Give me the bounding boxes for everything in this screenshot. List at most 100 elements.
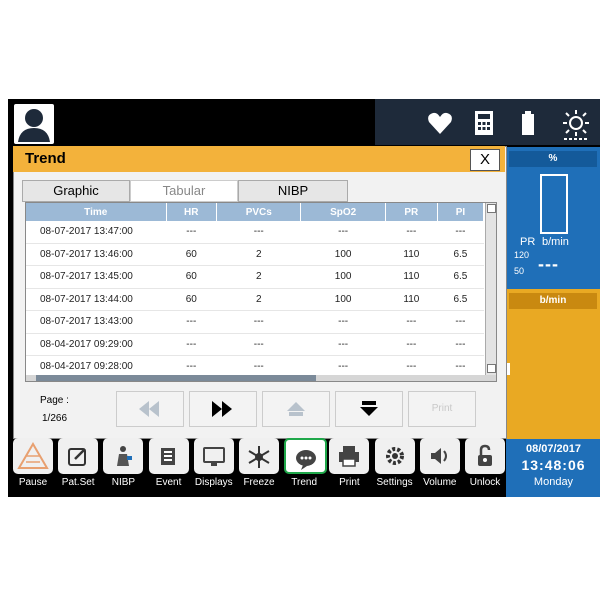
date-display: 08/07/2017 bbox=[525, 443, 582, 455]
button-settings[interactable] bbox=[374, 438, 415, 474]
table-row[interactable]: 08-07-2017 13:43:00 --- --- --- --- --- bbox=[26, 310, 484, 334]
table-cell: --- bbox=[385, 221, 438, 244]
toolbar-label: NIBP bbox=[111, 477, 136, 488]
table-row[interactable]: 08-07-2017 13:44:00 60 2 100 110 6.5 bbox=[26, 288, 484, 311]
pr-label: PR bbox=[520, 236, 536, 248]
button-freeze[interactable] bbox=[239, 438, 279, 474]
table-cell: 08-07-2017 13:44:00 bbox=[26, 288, 166, 311]
table-cell: 6.5 bbox=[437, 243, 484, 266]
table-cell: 2 bbox=[216, 243, 301, 266]
last-page-button[interactable] bbox=[189, 391, 257, 427]
table-cell: 100 bbox=[300, 243, 386, 266]
nibp-icon bbox=[117, 446, 133, 466]
table-cell: --- bbox=[437, 221, 484, 244]
table-cell: --- bbox=[166, 221, 217, 244]
display-icon bbox=[202, 447, 225, 466]
table-row[interactable]: 08-07-2017 13:45:00 60 2 100 110 6.5 bbox=[26, 265, 484, 289]
table-cell: --- bbox=[216, 310, 301, 334]
tab-tabular[interactable]: Tabular bbox=[130, 180, 238, 202]
toolbar-label: Volume bbox=[423, 477, 457, 488]
table-cell: 6.5 bbox=[437, 265, 484, 289]
toolbar-label: Unlock bbox=[469, 477, 501, 488]
toolbar-label: Freeze bbox=[243, 477, 275, 488]
trend-icon bbox=[296, 450, 317, 470]
button-event[interactable] bbox=[148, 438, 189, 474]
spo2-unit: % bbox=[509, 151, 597, 167]
table-cell: --- bbox=[437, 310, 484, 334]
toolbar-label: Settings bbox=[376, 477, 413, 488]
col-pi: PI bbox=[437, 203, 485, 221]
table-cell: 110 bbox=[385, 265, 438, 289]
table-cell: 100 bbox=[300, 265, 386, 289]
time-display: 13:48:06 bbox=[521, 457, 586, 473]
toolbar-label: Pat.Set bbox=[61, 477, 95, 488]
table-cell: --- bbox=[166, 310, 217, 334]
alarm-pause-icon bbox=[17, 442, 49, 469]
button-trend[interactable] bbox=[284, 438, 328, 474]
horizontal-scrollbar[interactable] bbox=[26, 375, 496, 381]
button-volume[interactable] bbox=[419, 438, 460, 474]
event-icon bbox=[160, 448, 175, 465]
patient-avatar-icon[interactable] bbox=[14, 104, 54, 144]
table-cell: --- bbox=[385, 310, 438, 334]
page-value: 1/266 bbox=[42, 413, 68, 424]
toolbar-label: Pause bbox=[18, 477, 48, 488]
table-cell: 60 bbox=[166, 243, 217, 266]
table-row[interactable]: 08-07-2017 13:46:00 60 2 100 110 6.5 bbox=[26, 243, 484, 266]
toolbar-label: Print bbox=[339, 477, 360, 488]
table-row[interactable]: 08-04-2017 09:29:00 --- --- --- --- --- bbox=[26, 333, 484, 356]
heart-icon[interactable] bbox=[426, 109, 454, 137]
table-cell: 2 bbox=[216, 288, 301, 311]
table-cell: --- bbox=[216, 221, 301, 244]
table-cell: 08-07-2017 13:47:00 bbox=[26, 221, 166, 244]
col-hr: HR bbox=[166, 203, 218, 221]
fast-forward-icon bbox=[212, 401, 232, 417]
close-button[interactable]: X bbox=[470, 149, 500, 171]
pr-value: --- bbox=[538, 254, 559, 274]
pr-high-limit: 120 bbox=[514, 250, 530, 260]
vertical-scrollbar[interactable] bbox=[485, 203, 496, 381]
col-pvcs: PVCs bbox=[216, 203, 302, 221]
tab-nibp[interactable]: NIBP bbox=[238, 180, 348, 202]
table-cell: 08-04-2017 09:29:00 bbox=[26, 333, 166, 356]
table-cell: 60 bbox=[166, 288, 217, 311]
table-row[interactable]: 08-07-2017 13:47:00 --- --- --- --- --- bbox=[26, 221, 484, 244]
col-time: Time bbox=[26, 203, 167, 221]
toolbar-label: Event bbox=[155, 477, 182, 488]
battery-icon bbox=[514, 109, 542, 137]
page-up-button[interactable] bbox=[262, 391, 330, 427]
trend-table[interactable]: Time HR PVCs SpO2 PR PI 08-07-2017 13:47… bbox=[25, 202, 497, 382]
table-cell: 110 bbox=[385, 288, 438, 311]
dialog-title-bar: Trend bbox=[13, 146, 505, 172]
toolbar-label: Trend bbox=[291, 477, 318, 488]
hr-panel[interactable] bbox=[506, 289, 600, 439]
button-print[interactable] bbox=[329, 438, 370, 474]
table-header-row: Time HR PVCs SpO2 PR PI bbox=[26, 203, 485, 221]
table-cell: 2 bbox=[216, 265, 301, 289]
toolbar-label: Displays bbox=[194, 477, 233, 488]
button-pause[interactable] bbox=[13, 438, 53, 474]
col-pr: PR bbox=[385, 203, 438, 221]
button-nibp[interactable] bbox=[103, 438, 144, 474]
table-cell: 08-07-2017 13:43:00 bbox=[26, 310, 166, 334]
table-cell: --- bbox=[300, 310, 386, 334]
first-page-button[interactable] bbox=[116, 391, 184, 427]
print-button-disabled[interactable]: Print bbox=[408, 391, 476, 427]
button-displays[interactable] bbox=[193, 438, 234, 474]
monitor-screen: % PR b/min 120 50 --- b/min Trend X Grap… bbox=[8, 99, 600, 497]
brightness-icon[interactable] bbox=[560, 109, 589, 140]
table-cell: --- bbox=[300, 333, 386, 356]
hr-unit: b/min bbox=[509, 293, 597, 309]
table-cell: --- bbox=[437, 333, 484, 356]
table-cell: --- bbox=[300, 221, 386, 244]
rewind-icon bbox=[139, 401, 159, 417]
table-cell: 6.5 bbox=[437, 288, 484, 311]
freeze-icon bbox=[248, 446, 270, 468]
button-unlock[interactable] bbox=[465, 438, 505, 474]
calculator-icon[interactable] bbox=[470, 109, 498, 137]
page-down-button[interactable] bbox=[335, 391, 403, 427]
up-arrow-icon bbox=[287, 402, 305, 416]
table-cell: 08-07-2017 13:46:00 bbox=[26, 243, 166, 266]
tab-graphic[interactable]: Graphic bbox=[22, 180, 130, 202]
button-patset[interactable] bbox=[58, 438, 99, 474]
